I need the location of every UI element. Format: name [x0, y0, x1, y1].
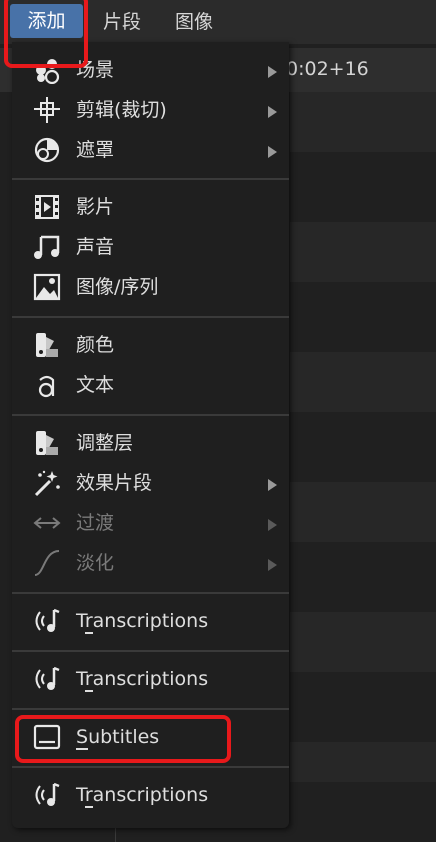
channel-row [290, 352, 436, 412]
channel-row [290, 222, 436, 282]
menu-separator [12, 592, 289, 594]
highlight-box-add-menu [4, 0, 88, 68]
submenu-arrow-icon [268, 479, 277, 491]
submenu-arrow-icon [268, 106, 277, 118]
menu-item-color[interactable]: 颜色 [12, 325, 289, 365]
image-icon [33, 273, 61, 301]
transcriptions-icon [35, 666, 60, 690]
menu-item-label: 文本 [76, 374, 115, 396]
color-icon [36, 333, 58, 357]
menu-item-fade[interactable]: 淡化 [12, 543, 289, 583]
timecode-display: 0:02+16 [286, 58, 369, 80]
sound-icon [34, 235, 60, 259]
transcriptions-icon [35, 608, 60, 632]
channel-row [290, 742, 436, 782]
menu-strip[interactable]: 片段 [103, 0, 141, 44]
fade-icon [34, 550, 60, 576]
menu-item-movie[interactable]: 影片 [12, 187, 289, 227]
menu-item-label: 剪辑(裁切) [76, 99, 167, 121]
menu-item-adjustment-layer[interactable]: 调整层 [12, 423, 289, 463]
menu-separator [12, 766, 289, 768]
menu-item-label: 淡化 [76, 552, 115, 574]
movie-icon [35, 195, 59, 219]
menu-separator [12, 316, 289, 318]
menu-separator [12, 414, 289, 416]
menu-item-effect-strip[interactable]: 效果片段 [12, 463, 289, 503]
clip-icon [34, 97, 60, 123]
menu-item-text[interactable]: 文本 [12, 365, 289, 405]
menu-item-label: 颜色 [76, 334, 115, 356]
menu-separator [12, 708, 289, 710]
menu-item-label: Transcriptions [76, 610, 209, 634]
channel-row [290, 482, 436, 542]
menu-item-label: Transcriptions [76, 668, 209, 692]
highlight-box-subtitles [15, 715, 231, 763]
mask-icon [34, 137, 60, 163]
menu-item-mask[interactable]: 遮罩 [12, 130, 289, 170]
menu-item-label: 效果片段 [76, 472, 153, 494]
text-icon [38, 375, 55, 398]
add-dropdown-menu: 场景 剪辑(裁切) 遮罩 影片 声音 图像/序列 颜色 文本 调整层 效果片段 … [12, 42, 289, 828]
submenu-arrow-icon [268, 146, 277, 158]
menu-item-label: 影片 [76, 196, 115, 218]
menu-separator [12, 650, 289, 652]
menu-separator [12, 178, 289, 180]
menu-item-transcriptions[interactable]: Transcriptions [12, 659, 289, 699]
channel-row [290, 92, 436, 152]
menu-image[interactable]: 图像 [175, 0, 213, 44]
transition-icon [33, 517, 61, 529]
submenu-arrow-icon [268, 559, 277, 571]
transcriptions-icon [35, 782, 60, 806]
effect-strip-icon [34, 470, 60, 497]
channel-row [290, 612, 436, 672]
submenu-arrow-icon [268, 519, 277, 531]
menu-item-label: Transcriptions [76, 784, 209, 808]
submenu-arrow-icon [268, 66, 277, 78]
menu-item-label: 声音 [76, 236, 115, 258]
menu-item-sound[interactable]: 声音 [12, 227, 289, 267]
menu-item-image-sequence[interactable]: 图像/序列 [12, 267, 289, 307]
menu-item-label: 过渡 [76, 512, 115, 534]
adjustment-layer-icon [36, 431, 58, 455]
menu-item-transcriptions[interactable]: Transcriptions [12, 775, 289, 815]
menu-item-label: 调整层 [76, 432, 134, 454]
menu-item-transcriptions[interactable]: Transcriptions [12, 601, 289, 641]
menu-item-transition[interactable]: 过渡 [12, 503, 289, 543]
menu-item-clip[interactable]: 剪辑(裁切) [12, 90, 289, 130]
menu-item-label: 遮罩 [76, 139, 115, 161]
menu-item-label: 图像/序列 [76, 276, 159, 298]
